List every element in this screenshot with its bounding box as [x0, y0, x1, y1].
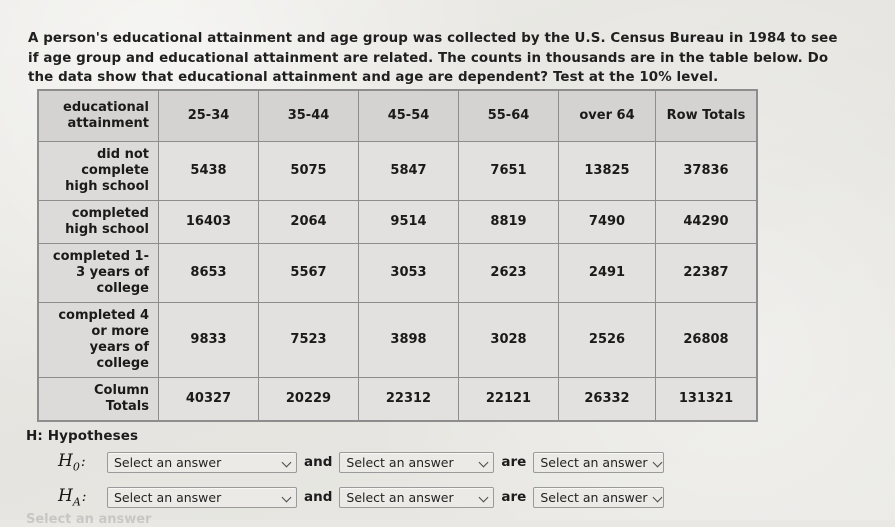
table-row: completed 4 or more years of college 983…	[38, 302, 757, 378]
null-hypothesis-colon: :	[80, 453, 86, 470]
alternative-hypothesis-row: HA: Select an answer and Select an answe…	[58, 486, 866, 508]
table-row: completed high school 16403 2064 9514 88…	[38, 200, 757, 244]
select-value: Select an answer	[540, 489, 648, 505]
alternative-hypothesis-letter: H	[58, 485, 73, 506]
table-row-column-totals: Column Totals 40327 20229 22312 22121 26…	[38, 377, 757, 421]
table-cell: 3053	[358, 243, 459, 303]
column-header-55-64: 55-64	[458, 90, 559, 142]
select-value: Select an answer	[114, 454, 222, 470]
null-hypothesis-relation-select[interactable]: Select an answer	[533, 451, 665, 473]
select-value: Select an answer	[346, 489, 454, 505]
table-cell: 5847	[358, 141, 459, 201]
chevron-down-icon	[480, 458, 489, 467]
row-label: completed high school	[38, 200, 159, 244]
row-label-column-totals: Column Totals	[38, 377, 159, 421]
chevron-down-icon	[654, 493, 663, 502]
null-hypothesis-row: H0: Select an answer and Select an answe…	[58, 451, 866, 473]
alternative-hypothesis-subscript: A	[72, 495, 81, 509]
table-cell: 5075	[258, 141, 359, 201]
table-cell: 13825	[558, 141, 656, 201]
alternative-hypothesis-relation-select[interactable]: Select an answer	[533, 486, 665, 508]
table-cell: 16403	[158, 200, 259, 244]
table-cell-column-total: 22121	[458, 377, 559, 421]
table-cell: 2526	[558, 302, 656, 378]
column-header-25-34: 25-34	[158, 90, 259, 142]
hypotheses-heading: H: Hypotheses	[26, 428, 139, 444]
table-cell-row-total: 22387	[655, 243, 757, 303]
null-hypothesis-subscript: 0	[72, 460, 80, 474]
column-header-35-44: 35-44	[258, 90, 359, 142]
null-conjunction-and: and	[304, 454, 333, 470]
table-cell: 8819	[458, 200, 559, 244]
alternative-hypothesis-variable1-select[interactable]: Select an answer	[107, 486, 297, 508]
table-head: educational attainment 25-34 35-44 45-54…	[38, 90, 757, 142]
question-prompt: A person's educational attainment and ag…	[28, 31, 838, 86]
table-row: completed 1-3 years of college 8653 5567…	[38, 243, 757, 303]
table-cell: 7523	[258, 302, 359, 378]
hypotheses-section: H: Hypotheses H0: Select an answer and S…	[26, 428, 866, 521]
table-row: did not complete high school 5438 5075 5…	[38, 141, 757, 201]
alternative-hypothesis-label: HA:	[58, 486, 100, 508]
alternative-verb-are: are	[501, 489, 527, 505]
contingency-table: educational attainment 25-34 35-44 45-54…	[38, 90, 757, 421]
select-value: Select an answer	[540, 454, 648, 470]
alternative-conjunction-and: and	[304, 489, 333, 505]
column-header-45-54: 45-54	[358, 90, 459, 142]
table-body: did not complete high school 5438 5075 5…	[38, 141, 757, 421]
row-label: completed 4 or more years of college	[38, 302, 159, 378]
select-value: Select an answer	[346, 454, 454, 470]
table-cell: 8653	[158, 243, 259, 303]
table-cell-column-total: 26332	[558, 377, 656, 421]
row-label: did not complete high school	[38, 141, 159, 201]
null-hypothesis-label: H0:	[58, 451, 100, 473]
contingency-table-container: educational attainment 25-34 35-44 45-54…	[38, 90, 757, 421]
table-header-row: educational attainment 25-34 35-44 45-54…	[38, 90, 757, 142]
table-cell: 3898	[358, 302, 459, 378]
alternative-hypothesis-colon: :	[81, 488, 87, 505]
select-value: Select an answer	[114, 489, 222, 505]
null-verb-are: are	[501, 454, 527, 470]
table-cell-column-total: 22312	[358, 377, 459, 421]
null-hypothesis-variable2-select[interactable]: Select an answer	[339, 451, 495, 473]
table-cell: 7490	[558, 200, 656, 244]
table-cell-row-total: 26808	[655, 302, 757, 378]
table-corner-header: educational attainment	[38, 90, 159, 142]
chevron-down-icon	[283, 493, 292, 502]
table-cell-column-total: 20229	[258, 377, 359, 421]
table-cell-row-total: 44290	[655, 200, 757, 244]
column-header-over-64: over 64	[558, 90, 656, 142]
table-cell: 3028	[458, 302, 559, 378]
table-cell: 9514	[358, 200, 459, 244]
chevron-down-icon	[480, 493, 489, 502]
chevron-down-icon	[283, 458, 292, 467]
null-hypothesis-variable1-select[interactable]: Select an answer	[107, 451, 297, 473]
table-cell: 7651	[458, 141, 559, 201]
table-cell-grand-total: 131321	[655, 377, 757, 421]
table-cell: 5567	[258, 243, 359, 303]
table-cell: 9833	[158, 302, 259, 378]
table-cell: 5438	[158, 141, 259, 201]
table-cell: 2623	[458, 243, 559, 303]
column-header-row-totals: Row Totals	[655, 90, 757, 142]
table-cell: 2064	[258, 200, 359, 244]
chevron-down-icon	[654, 458, 663, 467]
table-cell: 2491	[558, 243, 656, 303]
row-label: completed 1-3 years of college	[38, 243, 159, 303]
table-cell-row-total: 37836	[655, 141, 757, 201]
table-cell-column-total: 40327	[158, 377, 259, 421]
alternative-hypothesis-variable2-select[interactable]: Select an answer	[339, 486, 495, 508]
null-hypothesis-letter: H	[58, 450, 73, 471]
